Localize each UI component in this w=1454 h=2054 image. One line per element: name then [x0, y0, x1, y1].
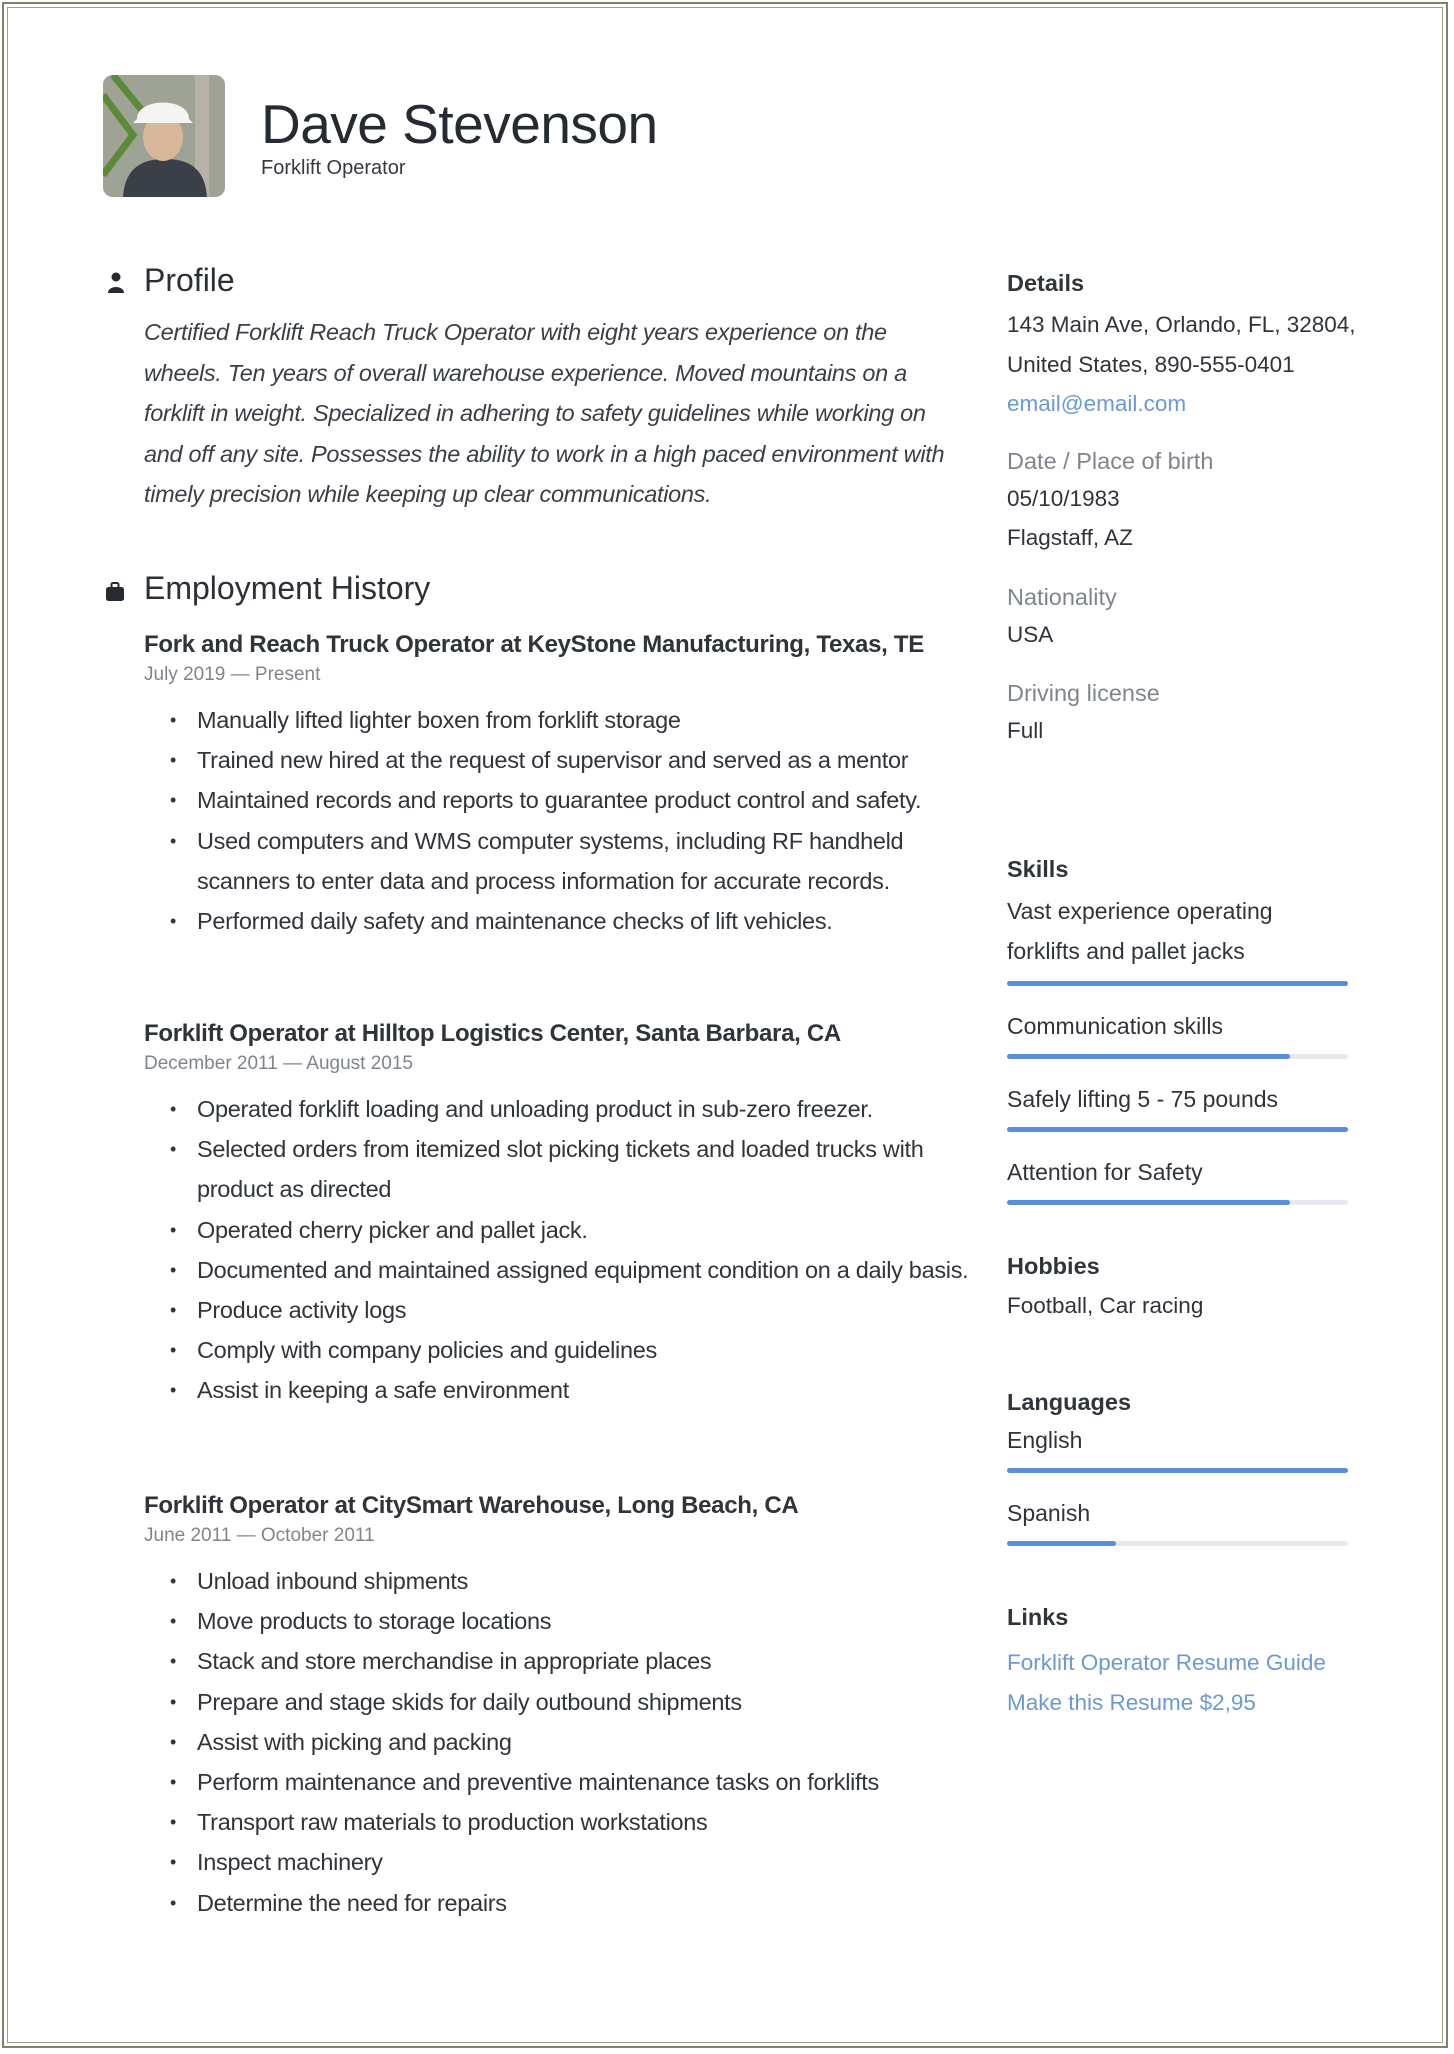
languages-section: Languages English Spanish: [1007, 1389, 1427, 1546]
bullet-item: Trained new hired at the request of supe…: [170, 740, 974, 780]
email-link[interactable]: email@email.com: [1007, 384, 1427, 424]
bullet-item: Produce activity logs: [170, 1290, 974, 1330]
profile-heading: Profile: [144, 262, 235, 298]
job-dates: July 2019 — Present: [144, 664, 321, 685]
bullet-item: Unload inbound shipments: [170, 1561, 974, 1601]
language-name: Spanish: [1007, 1500, 1091, 1526]
skill-level-bar: [1007, 1127, 1348, 1132]
bullet-item: Manually lifted lighter boxen from forkl…: [170, 700, 974, 740]
skill-level-bar: [1007, 1200, 1348, 1205]
bullet-item: Documented and maintained assigned equip…: [170, 1250, 974, 1290]
profile-photo: [103, 75, 225, 197]
language-level-fill: [1007, 1468, 1348, 1473]
bullet-item: Comply with company policies and guideli…: [170, 1330, 974, 1370]
job-entry: Forklift Operator at CitySmart Warehouse…: [144, 1489, 974, 1923]
skill-level-fill: [1007, 981, 1348, 986]
skill-level-bar: [1007, 981, 1348, 986]
birth-place: Flagstaff, AZ: [1007, 525, 1133, 550]
bullet-item: Maintained records and reports to guaran…: [170, 780, 974, 820]
skill-name: Vast experience operating forklifts and …: [1007, 898, 1273, 964]
nationality-label: Nationality: [1007, 583, 1117, 610]
languages-heading: Languages: [1007, 1389, 1132, 1415]
links-heading: Links: [1007, 1604, 1069, 1630]
language-level-bar: [1007, 1468, 1348, 1473]
skill-level-fill: [1007, 1200, 1291, 1205]
skill-name: Attention for Safety: [1007, 1159, 1203, 1185]
skill-level-bar: [1007, 1054, 1348, 1059]
bullet-item: Assist in keeping a safe environment: [170, 1370, 974, 1410]
bullet-item: Used computers and WMS computer systems,…: [170, 821, 974, 901]
links-section: Links Forklift Operator Resume Guide Mak…: [1007, 1604, 1427, 1723]
bullet-item: Assist with picking and packing: [170, 1722, 974, 1762]
address-line-2: United States, 890-555-0401: [1007, 351, 1295, 377]
job-entry: Forklift Operator at Hilltop Logistics C…: [144, 1017, 974, 1411]
job-bullets: Operated forklift loading and unloading …: [144, 1089, 974, 1411]
job-dates: June 2011 — October 2011: [144, 1525, 375, 1546]
bullet-item: Inspect machinery: [170, 1842, 974, 1882]
job-title: Forklift Operator at CitySmart Warehouse…: [144, 1492, 799, 1519]
job-entry: Fork and Reach Truck Operator at KeySton…: [144, 628, 974, 941]
skill-level-fill: [1007, 1127, 1348, 1132]
language-name: English: [1007, 1427, 1083, 1453]
bullet-item: Operated cherry picker and pallet jack.: [170, 1210, 974, 1250]
nationality-value: USA: [1007, 621, 1054, 647]
bullet-item: Perform maintenance and preventive maint…: [170, 1762, 974, 1802]
employment-heading: Employment History: [144, 570, 431, 606]
bullet-item: Operated forklift loading and unloading …: [170, 1089, 974, 1129]
bullet-item: Performed daily safety and maintenance c…: [170, 901, 974, 941]
bullet-item: Prepare and stage skids for daily outbou…: [170, 1682, 974, 1722]
skills-heading: Skills: [1007, 856, 1069, 882]
license-label: Driving license: [1007, 680, 1160, 706]
job-bullets: Unload inbound shipments Move products t…: [144, 1561, 974, 1923]
language-level-bar: [1007, 1541, 1348, 1546]
resume-guide-link[interactable]: Forklift Operator Resume Guide: [1007, 1643, 1427, 1683]
birth-label: Date / Place of birth: [1007, 447, 1214, 474]
job-title: Fork and Reach Truck Operator at KeySton…: [144, 631, 924, 658]
candidate-job-title: Forklift Operator: [261, 157, 406, 179]
job-dates: December 2011 — August 2015: [144, 1053, 413, 1074]
details-heading: Details: [1007, 270, 1085, 296]
skill-name: Safely lifting 5 - 75 pounds: [1007, 1086, 1279, 1112]
bullet-item: Determine the need for repairs: [170, 1883, 974, 1923]
birth-date: 05/10/1983: [1007, 485, 1120, 511]
address-line-1: 143 Main Ave, Orlando, FL, 32804,: [1007, 312, 1356, 337]
hobbies-heading: Hobbies: [1007, 1253, 1100, 1279]
bullet-item: Move products to storage locations: [170, 1601, 974, 1641]
bullet-item: Stack and store merchandise in appropria…: [170, 1641, 974, 1681]
candidate-name: Dave Stevenson: [261, 93, 658, 155]
job-title: Forklift Operator at Hilltop Logistics C…: [144, 1020, 841, 1047]
briefcase-icon: [106, 582, 124, 601]
language-level-fill: [1007, 1541, 1117, 1546]
person-icon: [108, 272, 124, 293]
bullet-item: Transport raw materials to production wo…: [170, 1802, 974, 1842]
make-resume-link[interactable]: Make this Resume $2,95: [1007, 1683, 1427, 1723]
person-photo-icon: [103, 75, 225, 197]
bullet-item: Selected orders from itemized slot picki…: [170, 1129, 974, 1209]
job-bullets: Manually lifted lighter boxen from forkl…: [144, 700, 974, 941]
details-section: Details 143 Main Ave, Orlando, FL, 32804…: [1007, 270, 1427, 751]
skill-level-fill: [1007, 1054, 1291, 1059]
hobbies-section: Hobbies Football, Car racing: [1007, 1253, 1427, 1326]
license-value: Full: [1007, 718, 1044, 743]
hobbies-text: Football, Car racing: [1007, 1293, 1204, 1318]
profile-summary: Certified Forklift Reach Truck Operator …: [144, 319, 945, 507]
skill-name: Communication skills: [1007, 1013, 1224, 1039]
skills-section: Skills Vast experience operating forklif…: [1007, 856, 1427, 1205]
